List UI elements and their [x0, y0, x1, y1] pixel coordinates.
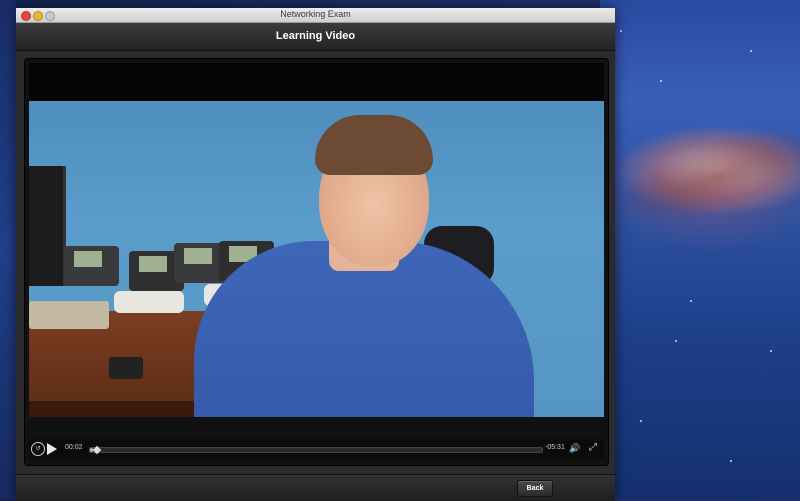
elapsed-time: 00:02: [65, 444, 83, 451]
page-title: Learning Video: [275, 30, 356, 42]
play-icon[interactable]: [47, 443, 57, 455]
remaining-time: -05:31: [545, 444, 565, 451]
header-bar: Learning Video: [16, 23, 615, 51]
back-button[interactable]: Back: [517, 480, 553, 497]
title-bar[interactable]: Networking Exam: [16, 8, 615, 23]
footer-bar: Back: [16, 474, 615, 501]
replay-icon[interactable]: ↺: [31, 442, 45, 456]
desktop-background-left: [0, 0, 16, 500]
window-title: Networking Exam: [280, 9, 351, 19]
progress-scrubber[interactable]: [89, 445, 543, 455]
scrubber-handle[interactable]: [92, 445, 101, 455]
letterbox-top: [29, 63, 604, 101]
video-player: ↺ 00:02 -05:31 🔊 ⤢: [24, 58, 609, 466]
fullscreen-icon[interactable]: ⤢: [589, 442, 597, 453]
desktop-wallpaper: [600, 0, 800, 500]
monitor-image: [29, 166, 66, 286]
player-controls: ↺ 00:02 -05:31 🔊 ⤢: [29, 439, 604, 459]
app-window: Networking Exam Learning Video ↺ 00:02 -…: [16, 8, 615, 501]
speaker-icon[interactable]: 🔊: [569, 443, 580, 454]
video-frame[interactable]: [29, 101, 604, 417]
